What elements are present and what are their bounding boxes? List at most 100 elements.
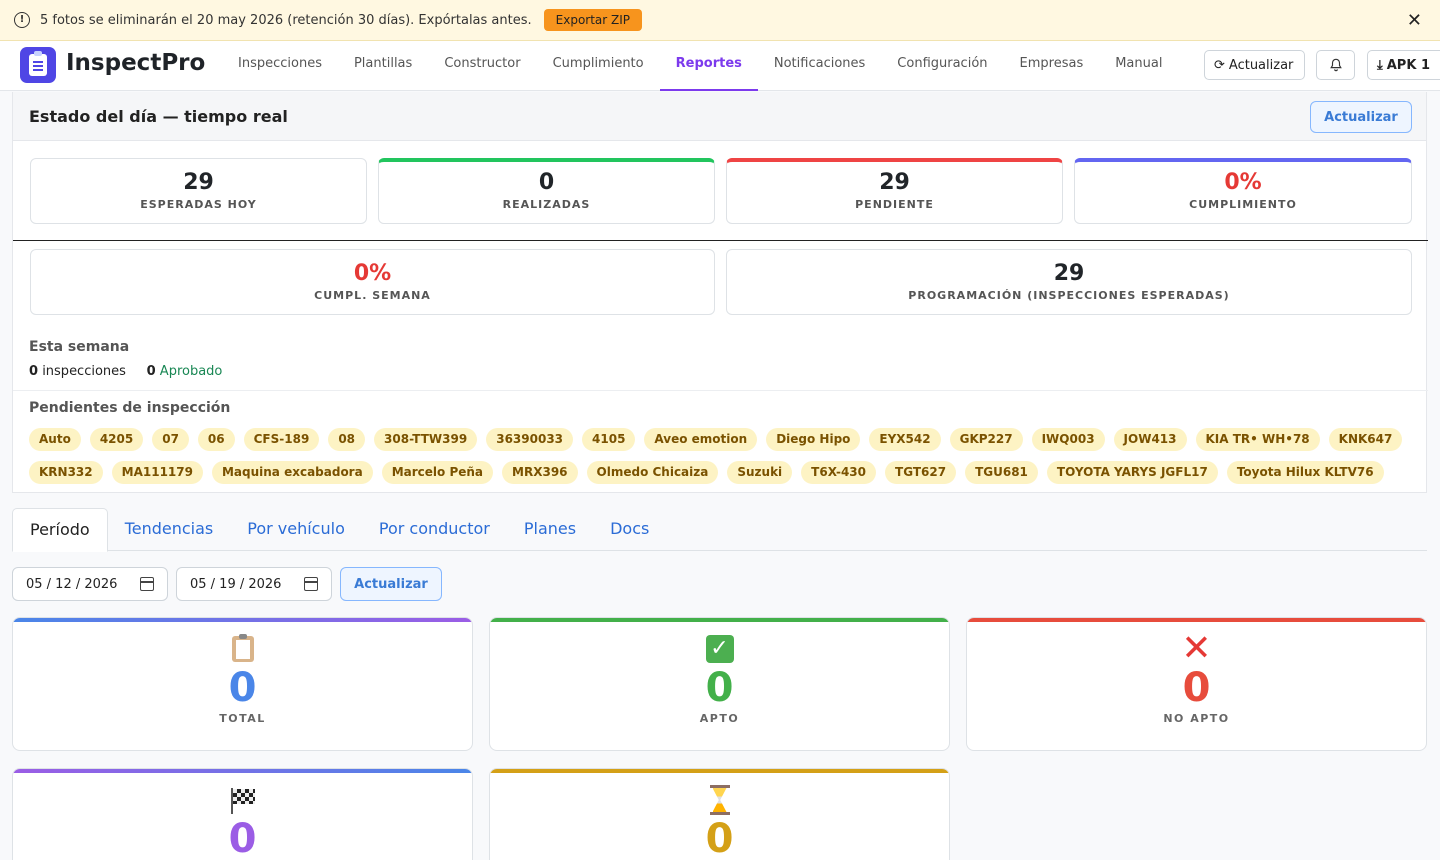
period-refresh-button[interactable]: Actualizar xyxy=(340,567,442,601)
pending-chip: 07 xyxy=(152,428,189,451)
info-icon: ! xyxy=(14,12,30,28)
kpi-expected-today: 29 ESPERADAS HOY xyxy=(30,158,367,224)
logo-clipboard-icon[interactable] xyxy=(20,47,56,83)
pending-chip: 308-TTW399 xyxy=(374,428,478,451)
stat-value: 0 xyxy=(228,816,257,860)
pending-chip: Diego Hipo xyxy=(766,428,861,451)
pending-chip: T6X-430 xyxy=(801,461,877,484)
stat-value: 0 xyxy=(228,665,257,711)
check-icon: ✓ xyxy=(705,635,734,663)
stat-card-in-progress: 0 xyxy=(489,768,950,860)
retention-banner: ! 5 fotos se eliminarán el 20 may 2026 (… xyxy=(0,0,1440,41)
week-section-title: Esta semana xyxy=(29,339,130,355)
nav-item-cumplimiento[interactable]: Cumplimiento xyxy=(537,41,660,91)
live-refresh-button[interactable]: Actualizar xyxy=(1310,101,1412,133)
pending-chip: CFS-189 xyxy=(243,428,320,451)
pending-chip: Olmedo Chicaiza xyxy=(586,461,719,484)
pending-chip: Aveo emotion xyxy=(644,428,758,451)
kpi-value: 0% xyxy=(353,261,392,286)
stat-label: NO APTO xyxy=(1163,712,1230,725)
kpi-completed: 0 REALIZADAS xyxy=(378,158,715,224)
stat-accent-bar xyxy=(13,618,472,622)
tab-periodo[interactable]: Período xyxy=(12,508,108,552)
nav-item-manual[interactable]: Manual xyxy=(1099,41,1178,91)
clipboard-icon xyxy=(231,634,254,662)
pending-chip: KRN332 xyxy=(29,461,103,484)
divider xyxy=(13,390,1428,391)
brand-name[interactable]: InspectPro xyxy=(66,50,205,76)
stat-card-apto: ✓ 0 APTO xyxy=(489,617,950,751)
stat-value: 0 xyxy=(705,665,734,711)
banner-message: 5 fotos se eliminarán el 20 may 2026 (re… xyxy=(40,12,532,28)
stat-accent-bar xyxy=(13,769,472,773)
stat-accent-bar xyxy=(967,618,1426,622)
nav-item-reportes[interactable]: Reportes xyxy=(659,41,758,91)
pending-chip: MRX396 xyxy=(502,461,578,484)
calendar-icon[interactable] xyxy=(140,577,154,591)
report-tabs: Período Tendencias Por vehículo Por cond… xyxy=(12,508,1427,552)
pending-chip: Marcelo Peña xyxy=(381,461,494,484)
stat-accent-bar xyxy=(490,618,949,622)
week-inspections-label: inspecciones xyxy=(42,364,126,379)
pending-chip: EYX542 xyxy=(869,428,941,451)
tab-docs[interactable]: Docs xyxy=(593,508,666,551)
notifications-button[interactable] xyxy=(1316,50,1355,80)
stat-card-finished: 0 xyxy=(12,768,473,860)
pending-chip: TGU681 xyxy=(965,461,1038,484)
apk-download-button[interactable]: ⤓ APK 1 xyxy=(1367,50,1440,80)
checkered-flag-icon xyxy=(229,788,257,814)
tab-tendencias[interactable]: Tendencias xyxy=(108,508,231,551)
nav-item-plantillas[interactable]: Plantillas xyxy=(338,41,428,91)
pending-chip: 4205 xyxy=(89,428,144,451)
stat-value: 0 xyxy=(705,816,734,860)
nav-item-notificaciones[interactable]: Notificaciones xyxy=(758,41,881,91)
hourglass-icon xyxy=(709,785,731,815)
pending-chip: Maquina excabadora xyxy=(211,461,373,484)
navbar-refresh-label: Actualizar xyxy=(1228,57,1294,73)
pending-chips: Auto 4205 07 06 CFS-189 08 308-TTW399 36390033 4… xyxy=(29,428,1419,484)
pending-chip: TOYOTA YARYS JGFL17 xyxy=(1046,461,1218,484)
export-zip-button[interactable]: Exportar ZIP xyxy=(543,9,643,31)
nav-item-inspecciones[interactable]: Inspecciones xyxy=(222,41,338,91)
nav-menu: Inspecciones Plantillas Constructor Cump… xyxy=(222,41,1178,91)
tab-planes[interactable]: Planes xyxy=(507,508,593,551)
pending-chip: KIA TR• WH•78 xyxy=(1195,428,1320,451)
stat-card-total: 0 TOTAL xyxy=(12,617,473,751)
navbar-refresh-button[interactable]: ⟳ Actualizar xyxy=(1204,50,1305,80)
kpi-pending: 29 PENDIENTE xyxy=(726,158,1063,224)
stat-label: APTO xyxy=(699,712,740,725)
nav-item-empresas[interactable]: Empresas xyxy=(1004,41,1100,91)
nav-item-constructor[interactable]: Constructor xyxy=(428,41,536,91)
kpi-label: ESPERADAS HOY xyxy=(140,198,257,211)
kpi-value: 29 xyxy=(879,170,910,195)
stat-value: 0 xyxy=(1182,665,1211,711)
start-date-value: 05 / 12 / 2026 xyxy=(26,576,118,592)
bell-icon xyxy=(1329,58,1342,72)
calendar-icon[interactable] xyxy=(304,577,318,591)
pending-chip: GKP227 xyxy=(949,428,1023,451)
pending-chip: 36390033 xyxy=(486,428,574,451)
week-inspections-count: 0 xyxy=(29,364,39,379)
pending-chip: 06 xyxy=(197,428,235,451)
pending-chip: 08 xyxy=(328,428,366,451)
tab-por-vehiculo[interactable]: Por vehículo xyxy=(230,508,362,551)
tab-por-conductor[interactable]: Por conductor xyxy=(362,508,507,551)
kpi-value: 0% xyxy=(1224,170,1262,195)
end-date-input[interactable]: 05 / 19 / 2026 xyxy=(176,567,332,601)
close-icon[interactable]: ✕ xyxy=(1407,10,1422,31)
kpi-label: CUMPLIMIENTO xyxy=(1189,198,1297,211)
kpi-label: REALIZADAS xyxy=(502,198,591,211)
pending-chip: Suzuki xyxy=(727,461,793,484)
kpi-scheduled: 29 PROGRAMACIÓN (INSPECCIONES ESPERADAS) xyxy=(726,249,1412,315)
pending-chip: 4105 xyxy=(582,428,636,451)
kpi-week-compliance: 0% CUMPL. SEMANA xyxy=(30,249,715,315)
start-date-input[interactable]: 05 / 12 / 2026 xyxy=(12,567,168,601)
refresh-icon: ⟳ xyxy=(1214,57,1225,73)
nav-item-configuracion[interactable]: Configuración xyxy=(881,41,1003,91)
pending-chip: TGT627 xyxy=(885,461,957,484)
stat-label: TOTAL xyxy=(219,712,266,725)
kpi-value: 0 xyxy=(538,170,555,195)
kpi-compliance: 0% CUMPLIMIENTO xyxy=(1074,158,1412,224)
pending-chip: KNK647 xyxy=(1328,428,1403,451)
pending-chip: MA111179 xyxy=(111,461,203,484)
